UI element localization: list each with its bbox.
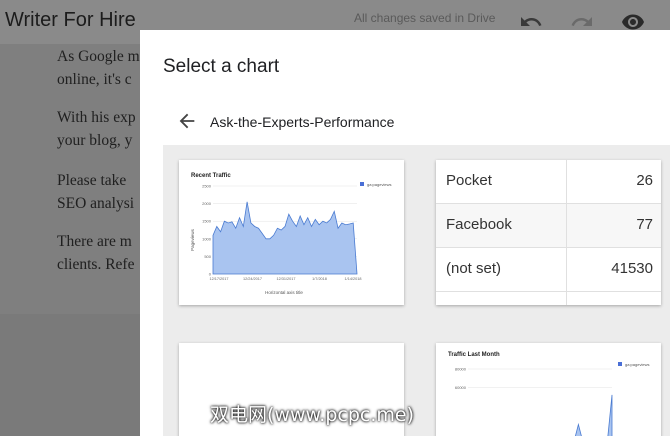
y-axis-label: Pageviews (190, 228, 195, 251)
document-body: As Google m online, it's c With his exp … (0, 44, 140, 314)
paragraph-1-line-1: As Google m (57, 48, 140, 65)
paragraph-4-line-2: clients. Refe (57, 256, 135, 273)
row-value: 77 (636, 216, 653, 233)
save-status: All changes saved in Drive (354, 11, 496, 25)
table-row: Pocket 26 (436, 160, 661, 204)
sources-table: Pocket 26 Facebook 77 (not set) 41530 (436, 160, 661, 305)
dialog-title: Select a chart (163, 56, 280, 77)
chart-grid: Recent Traffic ga:pageviews Pageviews Ho… (163, 145, 670, 436)
chart-card-recent-traffic[interactable]: Recent Traffic ga:pageviews Pageviews Ho… (179, 160, 404, 305)
paragraph-2-line-1: With his exp (57, 109, 136, 126)
document-lower-area (0, 314, 140, 436)
table-row: Facebook 77 (436, 204, 661, 248)
row-key: Facebook (446, 216, 512, 233)
document-title[interactable]: Writer For Hire (5, 9, 136, 32)
table-row: (not set) 41530 (436, 248, 661, 292)
legend-swatch (618, 362, 622, 366)
y-tick-label: 1000 (202, 236, 212, 241)
x-tick-label: 1/7/2018 (312, 277, 327, 281)
chart-card-traffic-last-month[interactable]: Traffic Last Month ga:pageviews 80000 600… (436, 343, 661, 436)
legend-label: ga:pageviews (367, 182, 391, 187)
row-value: 41530 (611, 260, 653, 277)
x-tick-label: 12/31/2017 (276, 277, 295, 281)
paragraph-1-line-2: online, it's c (57, 71, 132, 88)
x-tick-label: 1/14/2018 (345, 277, 362, 281)
paragraph-3-line-2: SEO analysi (57, 195, 135, 212)
x-tick-label: 12/24/2017 (243, 277, 262, 281)
paragraph-3-line-1: Please take (57, 172, 127, 189)
table-card-sources[interactable]: Pocket 26 Facebook 77 (not set) 41530 (436, 160, 661, 305)
select-chart-dialog: Select a chart Ask-the-Experts-Performan… (140, 30, 670, 436)
x-axis-label: Horizontal axis title (265, 290, 303, 295)
chart-title: Traffic Last Month (448, 352, 500, 358)
y-tick-label: 0 (209, 272, 212, 277)
legend-swatch (360, 182, 364, 186)
legend-label: ga:pageviews (625, 362, 649, 367)
column-divider (566, 160, 567, 305)
back-arrow-icon[interactable] (176, 110, 198, 132)
spreadsheet-breadcrumb: Ask-the-Experts-Performance (210, 114, 395, 130)
row-key: Pocket (446, 172, 492, 189)
x-tick-label: 12/17/2017 (209, 277, 228, 281)
recent-traffic-chart: Recent Traffic ga:pageviews Pageviews Ho… (190, 173, 391, 295)
watermark-text: 双电网(www.pcpc.me) (210, 404, 414, 426)
traffic-last-month-chart: Traffic Last Month ga:pageviews 80000 600… (448, 352, 649, 436)
series-area (575, 394, 613, 436)
y-tick-label: 60000 (455, 385, 467, 390)
paragraph-4-line-1: There are m (57, 233, 132, 250)
y-tick-label: 1500 (202, 219, 212, 224)
paragraph-2-line-2: your blog, y (57, 132, 133, 149)
y-tick-label: 2500 (202, 184, 212, 189)
y-tick-label: 500 (204, 254, 211, 259)
y-tick-label: 2000 (202, 201, 212, 206)
y-tick-label: 80000 (455, 367, 467, 372)
chart-title: Recent Traffic (191, 173, 231, 179)
row-value: 26 (636, 172, 653, 189)
series-area (212, 201, 358, 275)
row-key: (not set) (446, 260, 502, 277)
